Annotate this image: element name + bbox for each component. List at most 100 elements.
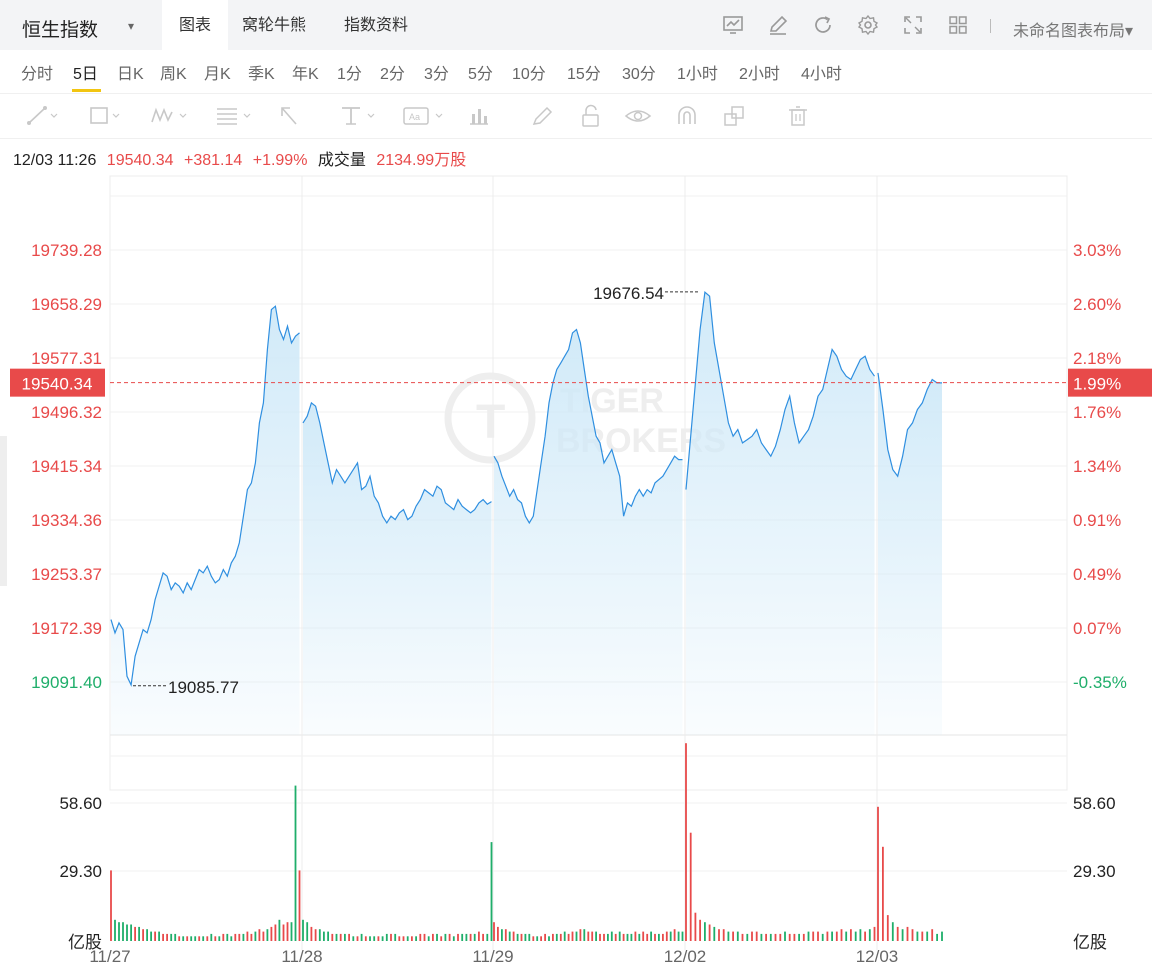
volume-bar — [270, 926, 273, 941]
volume-bar — [607, 933, 609, 941]
volume-bar — [681, 931, 684, 941]
volume-bar — [262, 931, 265, 941]
volume-bar — [110, 870, 112, 941]
volume-bar — [356, 936, 359, 941]
volume-bar — [654, 933, 656, 941]
volume-bar — [784, 931, 786, 941]
volume-bar — [599, 933, 601, 941]
price-tick-label: 19334.36 — [31, 511, 102, 530]
volume-bar — [360, 933, 363, 941]
volume-bar — [377, 936, 380, 941]
volume-bar — [704, 922, 706, 941]
volume-bar — [859, 929, 862, 941]
volume-bar — [732, 931, 734, 941]
volume-bar — [218, 936, 221, 941]
volume-bar — [478, 931, 480, 941]
volume-bar — [222, 933, 225, 941]
volume-bar — [490, 842, 493, 941]
volume-bar — [323, 931, 325, 941]
svg-text:T: T — [476, 396, 505, 449]
volume-bar — [344, 933, 346, 941]
volume-bar — [504, 929, 507, 941]
volume-bar — [662, 933, 664, 941]
volume-bar — [230, 936, 233, 941]
volume-bar — [282, 924, 285, 941]
volume-bar — [817, 931, 819, 941]
volume-bar — [146, 929, 148, 941]
volume-bar — [250, 933, 253, 941]
volume-bar — [595, 931, 597, 941]
volume-bar — [202, 936, 205, 941]
volume-bar — [394, 933, 397, 941]
high-marker-label: 19676.54 — [593, 284, 664, 303]
volume-bar — [579, 929, 582, 941]
volume-bar — [473, 933, 476, 941]
volume-bar — [415, 936, 417, 941]
volume-bar — [567, 933, 570, 941]
volume-bar — [398, 936, 401, 941]
volume-bar — [162, 933, 164, 941]
volume-bar — [174, 933, 177, 941]
volume-bar — [532, 936, 535, 941]
volume-bar — [891, 922, 894, 941]
volume-bar — [886, 915, 889, 941]
volume-bar — [774, 933, 777, 941]
pct-tick-label: 0.07% — [1073, 619, 1121, 638]
volume-bar — [190, 936, 193, 941]
volume-bar — [501, 929, 503, 941]
volume-bar — [812, 931, 815, 941]
volume-bar — [850, 929, 852, 941]
volume-bar — [465, 933, 468, 941]
volume-bar — [134, 926, 136, 941]
volume-bar — [835, 931, 838, 941]
volume-bar — [575, 931, 578, 941]
volume-bar — [432, 933, 434, 941]
volume-unit-label-right: 亿股 — [1073, 933, 1107, 952]
volume-bar — [583, 929, 586, 941]
pct-tick-label: 2.18% — [1073, 349, 1121, 368]
volume-tick-label-right: 58.60 — [1073, 794, 1116, 813]
volume-bar — [254, 931, 257, 941]
volume-bar — [114, 919, 116, 941]
volume-bar — [234, 933, 237, 941]
volume-bar — [457, 933, 459, 941]
volume-bar — [352, 936, 355, 941]
volume-bar — [242, 933, 245, 941]
volume-bar — [508, 931, 511, 941]
volume-bar — [936, 933, 938, 941]
pct-tick-label: 2.60% — [1073, 295, 1121, 314]
volume-bar — [440, 936, 443, 941]
volume-bar — [642, 931, 645, 941]
volume-bar — [614, 933, 617, 941]
date-tick-label: 11/28 — [281, 947, 322, 966]
volume-bar — [634, 931, 637, 941]
volume-bar — [911, 929, 914, 941]
volume-bar — [727, 931, 730, 941]
volume-bar — [302, 919, 304, 941]
volume-bar — [178, 936, 181, 941]
volume-bar — [419, 933, 422, 941]
volume-bar — [603, 933, 605, 941]
volume-bar — [877, 806, 879, 941]
volume-bar — [130, 924, 132, 941]
volume-bar — [673, 929, 676, 941]
volume-bar — [339, 933, 342, 941]
volume-bar — [381, 936, 384, 941]
volume-bar — [826, 931, 829, 941]
volume-bar — [444, 933, 447, 941]
price-volume-chart[interactable]: T TIGER BROKERS 19739.28 3.03%19658.29 2.6… — [0, 0, 1152, 975]
volume-bar — [348, 933, 350, 941]
date-tick-label: 11/29 — [472, 947, 513, 966]
date-tick-label: 11/27 — [89, 947, 130, 966]
volume-bar — [845, 931, 848, 941]
volume-bar — [591, 931, 594, 941]
volume-bar — [294, 785, 297, 941]
price-tick-label: 19415.34 — [31, 457, 102, 476]
volume-bar — [524, 933, 527, 941]
volume-bar — [402, 936, 405, 941]
volume-bar — [427, 936, 430, 941]
date-tick-label: 12/03 — [856, 947, 899, 966]
volume-bar — [214, 936, 217, 941]
volume-bar — [310, 926, 313, 941]
volume-bar — [122, 922, 124, 941]
